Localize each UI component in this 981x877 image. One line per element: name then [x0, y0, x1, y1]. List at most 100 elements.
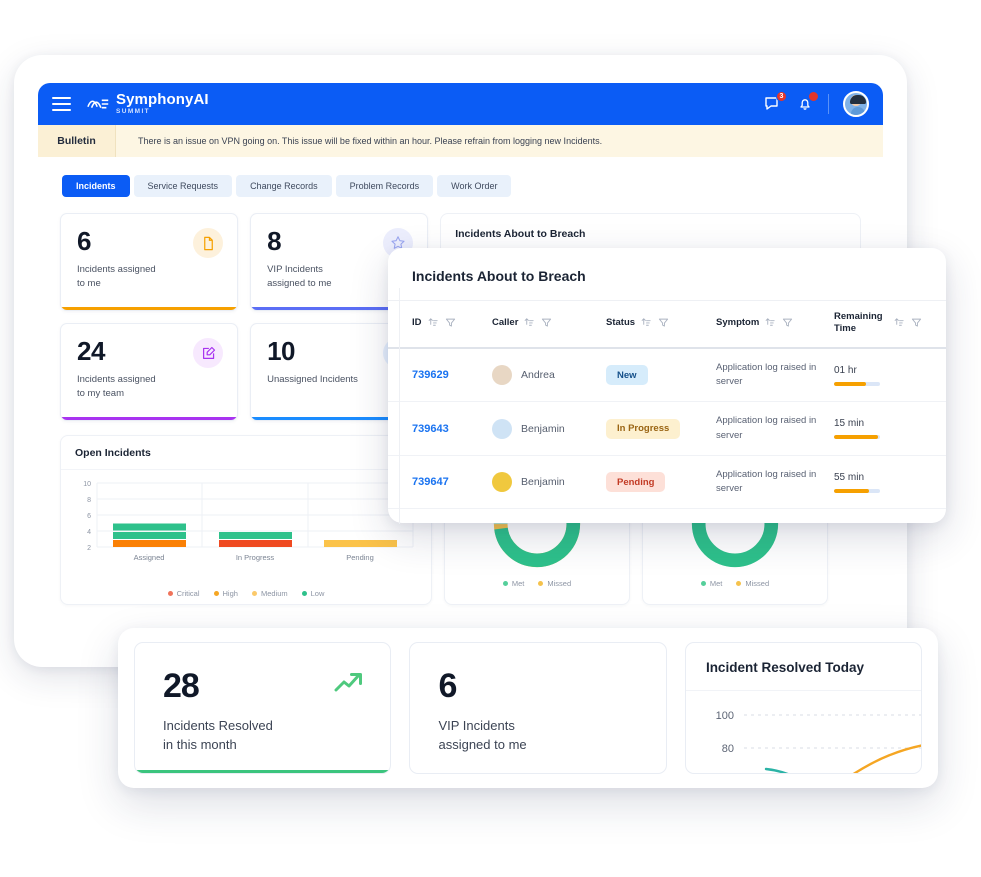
sort-icon[interactable]	[765, 317, 776, 328]
kpi-card-incidents-assigned-to-my-team[interactable]: 24 Incidents assigned to my team	[60, 323, 239, 421]
column-header-status[interactable]: Status	[606, 299, 716, 349]
y-tick-100: 100	[716, 710, 734, 722]
bulletin-bar: Bulletin There is an issue on VPN going …	[38, 125, 883, 157]
column-header-id[interactable]: ID	[388, 299, 492, 349]
filter-icon[interactable]	[911, 317, 922, 328]
filter-icon[interactable]	[541, 317, 552, 328]
card-incidents-resolved-this-month[interactable]: 28 Incidents Resolved in this month	[134, 642, 392, 774]
incidents-about-to-breach-panel: Incidents About to Breach ID Caller Stat…	[388, 248, 946, 523]
breach-panel-background-title: Incidents About to Breach	[455, 228, 586, 240]
column-label: Remaining Time	[834, 311, 883, 334]
open-incidents-chart-card: Open Incidents 10 8 6 4 2 Assigned In Pr…	[60, 435, 432, 605]
tab-work-order[interactable]: Work Order	[437, 175, 512, 197]
caller-name: Andrea	[521, 369, 555, 381]
filter-icon[interactable]	[782, 317, 793, 328]
kpi-grid: 6 Incidents assigned to me 8 VIP Incident…	[60, 213, 429, 421]
symphonyai-mark-icon	[87, 99, 109, 109]
sort-icon[interactable]	[524, 317, 535, 328]
symptom-text: Application log raised in server	[716, 415, 817, 441]
legend-item: Met	[700, 579, 722, 588]
column-header-remaining-time[interactable]: Remaining Time	[834, 299, 946, 349]
app-header: SymphonyAI SUMMIT 3	[38, 83, 883, 125]
kpi-card-incidents-assigned-to-me[interactable]: 6 Incidents assigned to me	[60, 213, 239, 311]
filter-icon[interactable]	[658, 317, 669, 328]
column-label: ID	[412, 317, 422, 329]
incident-resolved-today-card: Incident Resolved Today 100 80 60	[684, 642, 922, 774]
card-value: 6	[438, 667, 457, 705]
column-header-symptom[interactable]: Symptom	[716, 299, 834, 349]
card-accent-bar	[135, 770, 391, 773]
remaining-time-label: 01 hr	[834, 364, 857, 376]
edit-icon	[193, 338, 224, 368]
symptom-text: Application log raised in server	[716, 361, 817, 387]
sla-donut-1-legend: Met Missed	[502, 579, 571, 588]
symptom-text: Application log raised in server	[716, 468, 817, 494]
avatar	[492, 418, 512, 439]
card-label: VIP Incidents assigned to me	[438, 718, 527, 752]
bell-icon[interactable]	[796, 91, 819, 113]
tab-problem-records[interactable]: Problem Records	[335, 175, 434, 197]
kpi-label: Incidents assigned to my team	[77, 374, 156, 399]
card-label: Incidents Resolved in this month	[163, 718, 273, 752]
kpi-accent-bar	[61, 307, 238, 310]
svg-text:10: 10	[83, 481, 91, 488]
module-tabs: Incidents Service Requests Change Record…	[38, 157, 883, 197]
brand-logo[interactable]: SymphonyAI SUMMIT	[87, 92, 209, 116]
table-row[interactable]: 739643 Benjamin In Progress Application …	[388, 401, 946, 456]
tab-service-requests[interactable]: Service Requests	[133, 175, 233, 197]
status-badge: New	[606, 365, 648, 385]
card-vip-incidents-assigned-to-me[interactable]: 6 VIP Incidents assigned to me	[409, 642, 667, 774]
line-chart-title: Incident Resolved Today	[685, 643, 921, 691]
column-label: Status	[606, 317, 636, 329]
kpi-accent-bar	[61, 417, 238, 420]
legend-item: Medium	[251, 589, 288, 598]
svg-text:4: 4	[87, 529, 91, 536]
caller-name: Benjamin	[521, 422, 565, 435]
table-column-divider	[399, 288, 400, 524]
tab-incidents[interactable]: Incidents	[62, 175, 130, 197]
status-badge: In Progress	[606, 418, 681, 439]
remaining-time-label: 15 min	[834, 418, 865, 429]
sort-icon[interactable]	[428, 317, 439, 328]
legend-item: Critical	[167, 589, 200, 598]
incident-id-link[interactable]: 739647	[412, 476, 449, 488]
header-divider	[828, 94, 829, 114]
svg-text:2: 2	[87, 545, 91, 552]
chat-icon[interactable]: 3	[764, 91, 787, 113]
svg-text:Assigned: Assigned	[134, 553, 165, 562]
svg-text:6: 6	[87, 513, 91, 520]
filter-icon[interactable]	[445, 317, 456, 328]
incident-id-link[interactable]: 739629	[412, 369, 449, 381]
avatar	[492, 472, 512, 492]
brand-subtitle: SUMMIT	[116, 108, 151, 116]
bulletin-message: There is an issue on VPN going on. This …	[138, 136, 603, 146]
open-incidents-legend: Critical High Medium Low	[61, 589, 431, 598]
tab-change-records[interactable]: Change Records	[236, 175, 332, 197]
open-incidents-bar-chart: 10 8 6 4 2 Assigned In Progress Pending	[83, 481, 414, 562]
remaining-time-progress	[834, 488, 880, 493]
trend-up-icon	[334, 673, 363, 692]
table-row[interactable]: 739629 Andrea New Application log raised…	[388, 347, 946, 403]
sort-icon[interactable]	[641, 317, 652, 328]
caller-name: Benjamin	[521, 476, 565, 488]
column-label: Symptom	[716, 317, 760, 329]
panel-title: Incidents About to Breach	[412, 268, 586, 284]
sort-icon[interactable]	[894, 317, 905, 328]
bell-badge	[808, 91, 819, 102]
hamburger-icon[interactable]	[52, 97, 71, 111]
table-row[interactable]: 739647 Benjamin Pending Application log …	[388, 455, 946, 510]
chat-badge: 3	[776, 91, 787, 102]
screenshot-root: SymphonyAI SUMMIT 3 Bulletin There is an…	[0, 0, 981, 877]
legend-item: Met	[502, 579, 524, 588]
incidents-table: ID Caller Status Symptom Remaining Time …	[388, 299, 946, 523]
column-header-caller[interactable]: Caller	[492, 299, 606, 349]
svg-text:8: 8	[87, 497, 91, 504]
avatar[interactable]	[843, 91, 869, 117]
avatar	[492, 365, 512, 385]
table-row[interactable]: 739689 Ranish On hold Application log ra…	[388, 508, 946, 523]
bottom-floating-cards: 28 Incidents Resolved in this month 6 VIP…	[118, 628, 938, 788]
column-label: Caller	[492, 317, 519, 329]
incident-id-link[interactable]: 739643	[412, 423, 449, 435]
remaining-time-label: 55 min	[834, 471, 865, 483]
brand-name: SymphonyAI	[116, 91, 209, 109]
